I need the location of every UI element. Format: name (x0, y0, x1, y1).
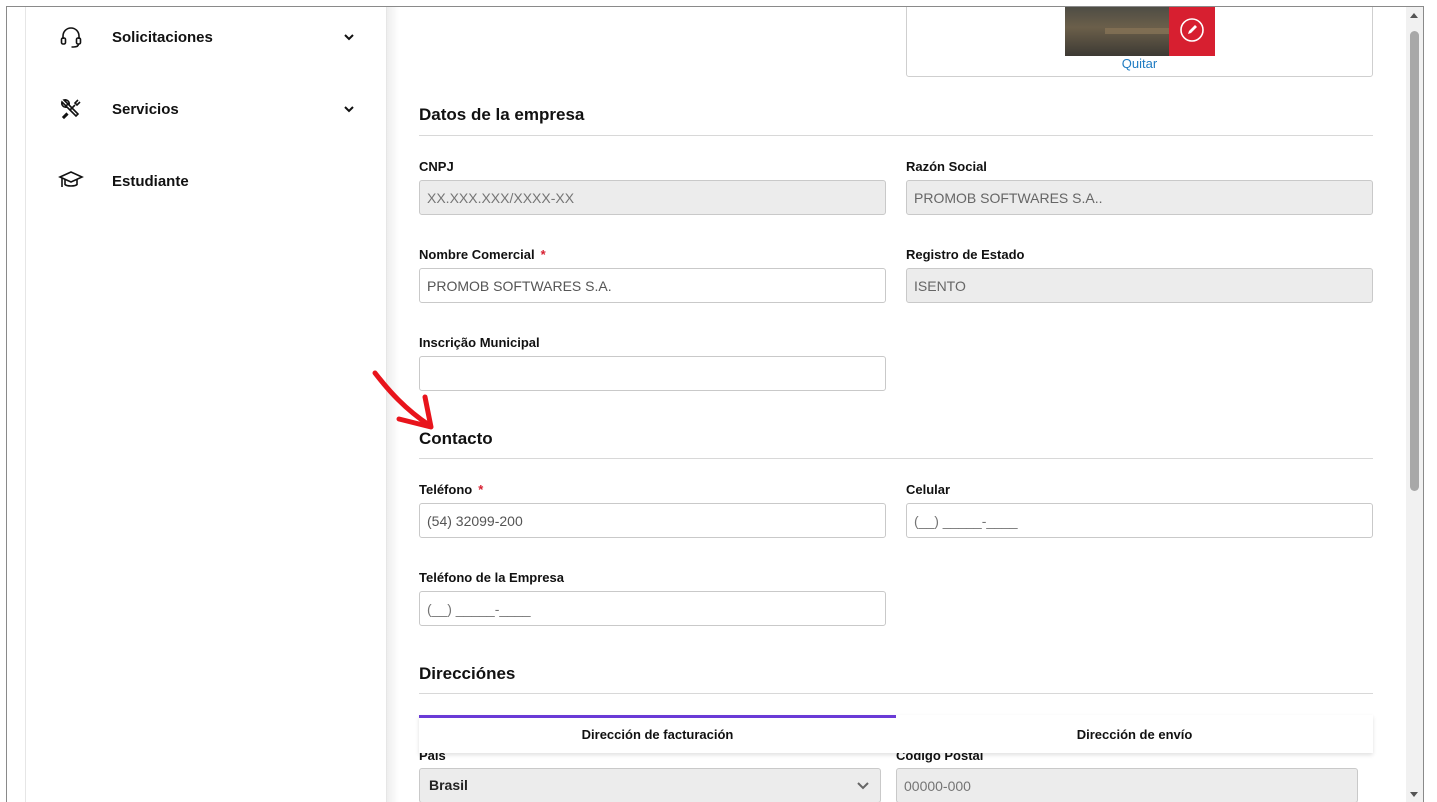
graduation-cap-icon (58, 171, 84, 187)
inscricao-municipal-field[interactable] (419, 356, 886, 391)
vertical-scrollbar[interactable] (1406, 7, 1423, 802)
chevron-down-icon (344, 34, 354, 41)
logo-image-detail (1105, 28, 1175, 34)
sidebar-item-label: Solicitaciones (112, 28, 213, 46)
celular-field[interactable] (906, 503, 1373, 538)
headset-icon (60, 27, 82, 48)
chevron-down-icon (344, 106, 354, 113)
tools-icon (61, 99, 81, 120)
section-title-addresses: Direcciónes (419, 664, 516, 683)
browser-frame: Solicitaciones Servicios Estudiante Quit… (6, 6, 1424, 802)
inscricao-municipal-label: Inscrição Municipal (419, 335, 540, 350)
sidebar-item-estudiante[interactable]: Estudiante (26, 161, 386, 201)
telefono-empresa-label: Teléfono de la Empresa (419, 570, 564, 585)
sidebar-item-solicitaciones[interactable]: Solicitaciones (26, 17, 386, 57)
razon-social-field[interactable] (906, 180, 1373, 215)
sidebar: Solicitaciones Servicios Estudiante (25, 7, 387, 802)
celular-label: Celular (906, 482, 951, 497)
pencil-icon (1180, 18, 1204, 42)
section-divider (419, 135, 1373, 136)
sidebar-item-label: Servicios (112, 100, 179, 118)
cnpj-label: CNPJ (419, 159, 454, 174)
scrollbar-thumb[interactable] (1410, 31, 1419, 491)
tab-billing-address[interactable]: Dirección de facturación (419, 715, 896, 753)
required-marker: * (540, 247, 546, 262)
sidebar-item-label: Estudiante (112, 172, 189, 190)
chevron-down-icon (857, 782, 869, 790)
nombre-comercial-label-text: Nombre Comercial (419, 247, 535, 262)
razon-social-label: Razón Social (906, 159, 987, 174)
nombre-comercial-field[interactable] (419, 268, 886, 303)
company-logo-image (1065, 7, 1215, 56)
section-divider (419, 693, 1373, 694)
address-tabs: Dirección de facturación Dirección de en… (419, 715, 1373, 753)
required-marker: * (478, 482, 484, 497)
pais-select[interactable]: Brasil (419, 768, 881, 802)
scroll-up-icon[interactable] (1410, 13, 1418, 18)
annotation-arrow-icon (372, 370, 434, 430)
telefono-empresa-field[interactable] (419, 591, 886, 626)
section-title-company: Datos de la empresa (419, 105, 585, 124)
telefono-field[interactable] (419, 503, 886, 538)
telefono-label-text: Teléfono (419, 482, 473, 497)
registro-estado-label: Registro de Estado (906, 247, 1025, 262)
remove-logo-link[interactable]: Quitar (907, 56, 1372, 71)
main-content: Quitar Datos de la empresa CNPJ Razón So… (399, 7, 1407, 802)
registro-estado-field[interactable] (906, 268, 1373, 303)
edit-logo-button[interactable] (1169, 7, 1215, 56)
tab-shipping-address[interactable]: Dirección de envío (896, 715, 1373, 753)
logo-upload: Quitar (906, 7, 1373, 77)
cnpj-field[interactable] (419, 180, 886, 215)
scroll-down-icon[interactable] (1410, 792, 1418, 797)
nombre-comercial-label: Nombre Comercial * (419, 247, 546, 262)
pais-selected-value: Brasil (429, 777, 468, 793)
codigo-postal-field[interactable] (896, 768, 1358, 802)
telefono-label: Teléfono * (419, 482, 483, 497)
section-divider (419, 458, 1373, 459)
sidebar-item-servicios[interactable]: Servicios (26, 89, 386, 129)
